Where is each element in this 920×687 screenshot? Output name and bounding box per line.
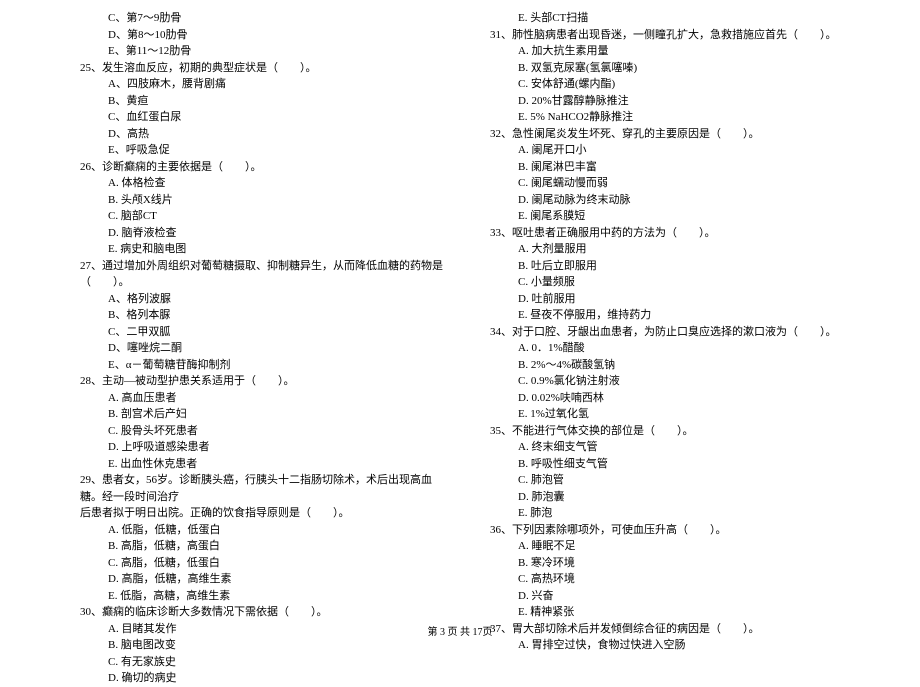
option-text: A. 体格检查 <box>80 175 450 192</box>
question-stem: 31、肺性脑病患者出现昏迷，一侧瞳孔扩大，急救措施应首先（ ）。 <box>490 27 860 44</box>
option-text: E. 1%过氧化氢 <box>490 406 860 423</box>
option-text: A. 睡眠不足 <box>490 538 860 555</box>
option-text: B. 剖宫术后产妇 <box>80 406 450 423</box>
option-text: B. 2%～4%碳酸氢钠 <box>490 357 860 374</box>
option-text: D、高热 <box>80 126 450 143</box>
option-text: C、血红蛋白尿 <box>80 109 450 126</box>
option-text: D. 0.02%呋喃西林 <box>490 390 860 407</box>
option-text: C. 高脂，低糖，低蛋白 <box>80 555 450 572</box>
option-text: A、四肢麻木，腰背剧痛 <box>80 76 450 93</box>
option-text: D. 脑脊液检查 <box>80 225 450 242</box>
option-text: E. 出血性休克患者 <box>80 456 450 473</box>
option-text: C. 安体舒通(螺内酯) <box>490 76 860 93</box>
option-text: A. 胃排空过快，食物过快进入空肠 <box>490 637 860 654</box>
option-text: E. 精神紧张 <box>490 604 860 621</box>
page-footer: 第 3 页 共 17页 <box>0 623 920 638</box>
question-stem: 36、下列因素除哪项外，可使血压升高（ ）。 <box>490 522 860 539</box>
question-stem: 26、诊断癫痫的主要依据是（ ）。 <box>80 159 450 176</box>
option-text: A、格列波脲 <box>80 291 450 308</box>
question-stem: 27、通过增加外周组织对葡萄糖摄取、抑制糖异生，从而降低血糖的药物是（ ）。 <box>80 258 450 291</box>
question-stem: 28、主动—被动型护患关系适用于（ ）。 <box>80 373 450 390</box>
option-text: D. 上呼吸道感染患者 <box>80 439 450 456</box>
left-column: C、第7～9肋骨D、第8～10肋骨E、第11～12肋骨25、发生溶血反应，初期的… <box>80 10 450 687</box>
option-text: B、格列本脲 <box>80 307 450 324</box>
option-text: A. 阑尾开口小 <box>490 142 860 159</box>
option-text: D、第8～10肋骨 <box>80 27 450 44</box>
option-text: E. 阑尾系膜短 <box>490 208 860 225</box>
option-text: E. 肺泡 <box>490 505 860 522</box>
option-text: C. 高热环境 <box>490 571 860 588</box>
option-text: E. 头部CT扫描 <box>490 10 860 27</box>
question-stem: 32、急性阑尾炎发生坏死、穿孔的主要原因是（ ）。 <box>490 126 860 143</box>
option-text: E、第11～12肋骨 <box>80 43 450 60</box>
option-text: C、第7～9肋骨 <box>80 10 450 27</box>
option-text: E. 病史和脑电图 <box>80 241 450 258</box>
question-stem: 后患者拟于明日出院。正确的饮食指导原则是（ ）。 <box>80 505 450 522</box>
option-text: B. 吐后立即服用 <box>490 258 860 275</box>
question-stem: 34、对于口腔、牙龈出血患者，为防止口臭应选择的漱口液为（ ）。 <box>490 324 860 341</box>
right-column: E. 头部CT扫描31、肺性脑病患者出现昏迷，一侧瞳孔扩大，急救措施应首先（ ）… <box>490 10 860 687</box>
option-text: C. 肺泡管 <box>490 472 860 489</box>
option-text: B. 阑尾淋巴丰富 <box>490 159 860 176</box>
option-text: C、二甲双胍 <box>80 324 450 341</box>
option-text: A. 加大抗生素用量 <box>490 43 860 60</box>
option-text: B. 双氢克尿塞(氢氯噻嗪) <box>490 60 860 77</box>
question-stem: 29、患者女，56岁。诊断胰头癌，行胰头十二指肠切除术，术后出现高血糖。经一段时… <box>80 472 450 505</box>
option-text: C. 股骨头坏死患者 <box>80 423 450 440</box>
option-text: B. 头颅X线片 <box>80 192 450 209</box>
option-text: D、噻唑烷二酮 <box>80 340 450 357</box>
option-text: B. 寒冷环境 <box>490 555 860 572</box>
option-text: C. 阑尾蠕动慢而弱 <box>490 175 860 192</box>
option-text: D. 阑尾动脉为终末动脉 <box>490 192 860 209</box>
question-stem: 25、发生溶血反应，初期的典型症状是（ ）。 <box>80 60 450 77</box>
option-text: C. 小量频服 <box>490 274 860 291</box>
option-text: E. 低脂，高糖，高维生素 <box>80 588 450 605</box>
question-stem: 33、呕吐患者正确服用中药的方法为（ ）。 <box>490 225 860 242</box>
option-text: A. 高血压患者 <box>80 390 450 407</box>
option-text: B. 脑电图改变 <box>80 637 450 654</box>
option-text: E. 昼夜不停服用，维持药力 <box>490 307 860 324</box>
option-text: D. 吐前服用 <box>490 291 860 308</box>
question-stem: 35、不能进行气体交换的部位是（ ）。 <box>490 423 860 440</box>
option-text: A. 0．1%醋酸 <box>490 340 860 357</box>
option-text: E、呼吸急促 <box>80 142 450 159</box>
option-text: C. 0.9%氯化钠注射液 <box>490 373 860 390</box>
option-text: B. 呼吸性细支气管 <box>490 456 860 473</box>
option-text: D. 兴奋 <box>490 588 860 605</box>
option-text: D. 高脂，低糖，高维生素 <box>80 571 450 588</box>
option-text: D. 20%甘露醇静脉推注 <box>490 93 860 110</box>
option-text: A. 大剂量服用 <box>490 241 860 258</box>
option-text: C. 有无家族史 <box>80 654 450 671</box>
option-text: E、α－葡萄糖苷酶抑制剂 <box>80 357 450 374</box>
option-text: D. 肺泡囊 <box>490 489 860 506</box>
option-text: D. 确切的病史 <box>80 670 450 687</box>
question-stem: 30、癫痫的临床诊断大多数情况下需依据（ ）。 <box>80 604 450 621</box>
option-text: A. 终末细支气管 <box>490 439 860 456</box>
option-text: C. 脑部CT <box>80 208 450 225</box>
option-text: B. 高脂，低糖，高蛋白 <box>80 538 450 555</box>
option-text: E. 5% NaHCO2静脉推注 <box>490 109 860 126</box>
option-text: B、黄疸 <box>80 93 450 110</box>
option-text: A. 低脂，低糖，低蛋白 <box>80 522 450 539</box>
